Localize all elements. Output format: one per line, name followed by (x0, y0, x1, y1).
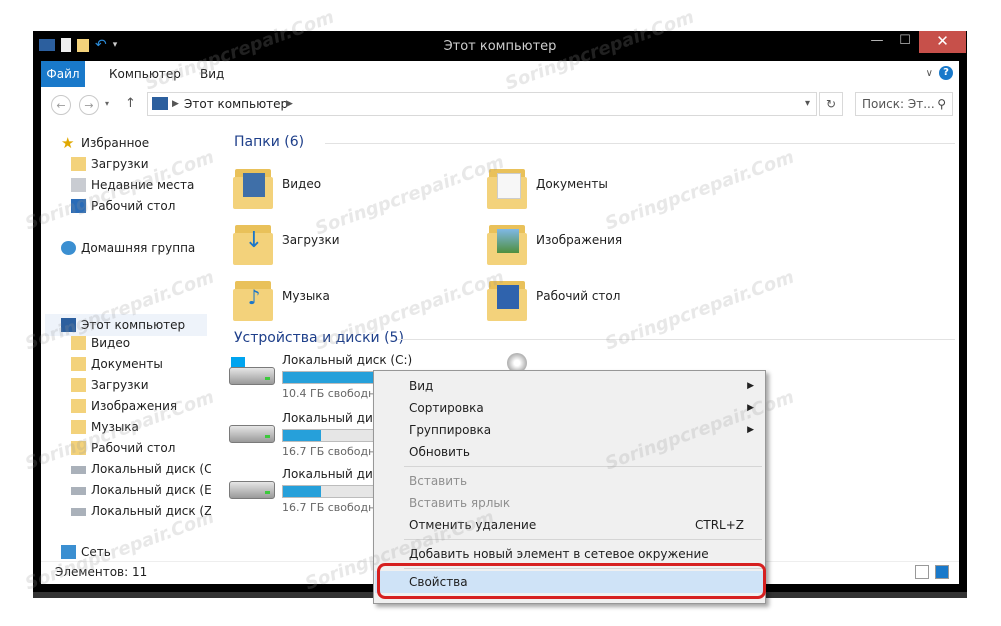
menu-item-paste[interactable]: Вставить (375, 470, 764, 492)
drive-3-free: 16.7 ГБ свободно (282, 501, 383, 514)
folder-desktop-label[interactable]: Рабочий стол (536, 289, 620, 303)
refresh-button[interactable]: ↻ (819, 92, 843, 116)
drives-section-header[interactable]: Устройства и диски (5) (234, 330, 404, 350)
menu-item-add-network-location[interactable]: Добавить новый элемент в сетевое окружен… (375, 543, 764, 565)
windows-drive-icon (71, 466, 86, 474)
ribbon-tabs: Файл Компьютер Вид ∨ ? (41, 61, 959, 87)
menu-item-sort[interactable]: Сортировка ▶ (375, 397, 764, 419)
pictures-folder-icon[interactable] (487, 219, 527, 267)
up-arrow-icon[interactable]: ↑ (125, 96, 136, 111)
window-title: Этот компьютер (443, 39, 557, 54)
menu-item-view[interactable]: Вид ▶ (375, 375, 764, 397)
section-divider (397, 339, 955, 340)
chevron-right-icon[interactable]: ▶ (286, 93, 293, 115)
minimize-button[interactable]: — (863, 31, 891, 53)
downloads-folder-icon (71, 378, 86, 392)
network-icon (61, 545, 76, 559)
recent-places-icon (71, 178, 86, 192)
forward-arrow-icon[interactable]: → (79, 95, 99, 115)
drive-icon (71, 508, 86, 516)
submenu-arrow-icon: ▶ (747, 403, 754, 413)
tab-computer[interactable]: Компьютер (109, 61, 181, 87)
documents-folder-icon[interactable] (487, 163, 527, 211)
expand-ribbon-icon[interactable]: ∨ (926, 68, 933, 79)
desktop-icon (71, 199, 86, 213)
music-folder-icon (71, 420, 86, 434)
drive-2-name[interactable]: Локальный диск (282, 411, 387, 425)
drive-3-name[interactable]: Локальный диск (282, 467, 387, 481)
menu-item-group[interactable]: Группировка ▶ (375, 419, 764, 441)
folder-pictures-label[interactable]: Изображения (536, 233, 622, 247)
menu-item-refresh[interactable]: Обновить (375, 441, 764, 463)
videos-folder-icon[interactable] (233, 163, 273, 211)
close-button[interactable]: ✕ (919, 31, 966, 53)
search-input[interactable]: Поиск: Эт... ⚲ (855, 92, 953, 116)
menu-separator (404, 539, 762, 540)
submenu-arrow-icon: ▶ (747, 381, 754, 391)
documents-folder-icon (71, 357, 86, 371)
folder-documents-label[interactable]: Документы (536, 177, 608, 191)
homegroup-icon (61, 241, 76, 255)
help-icon[interactable]: ? (939, 66, 953, 80)
folder-music-label[interactable]: Музыка (282, 289, 330, 303)
search-placeholder: Поиск: Эт... (862, 97, 935, 111)
drive-2-usage-fill (283, 430, 321, 441)
tab-file[interactable]: Файл (41, 61, 85, 87)
properties-highlight-annotation (377, 563, 766, 599)
windows-drive-icon[interactable] (229, 357, 275, 387)
submenu-arrow-icon: ▶ (747, 425, 754, 435)
drive-c-name[interactable]: Локальный диск (C:) (282, 353, 412, 367)
menu-item-paste-shortcut[interactable]: Вставить ярлык (375, 492, 764, 514)
drive-2-free: 16.7 ГБ свободно (282, 445, 383, 458)
items-count: Элементов: 11 (55, 565, 148, 579)
address-bar[interactable]: ▶ Этот компьютер ▶ ▾ (147, 92, 817, 116)
chevron-right-icon[interactable]: ▶ (172, 93, 179, 115)
pictures-folder-icon (71, 399, 86, 413)
title-bar: ↶ ▾ Этот компьютер — ☐ ✕ (33, 31, 967, 61)
drive-icon[interactable] (229, 415, 275, 445)
large-icons-view-icon[interactable] (935, 565, 949, 579)
drive-c-free: 10.4 ГБ свободно (282, 387, 383, 400)
computer-icon (152, 97, 168, 110)
details-view-icon[interactable] (915, 565, 929, 579)
computer-icon (61, 318, 76, 332)
drive-3-usage-fill (283, 486, 321, 497)
folder-icon (71, 157, 86, 171)
search-icon[interactable]: ⚲ (937, 93, 946, 115)
music-folder-icon[interactable]: ♪ (233, 275, 273, 323)
recent-locations-icon[interactable]: ▾ (105, 99, 109, 108)
back-arrow-icon[interactable]: ← (51, 95, 71, 115)
address-toolbar: ← → ▾ ↑ ▶ Этот компьютер ▶ ▾ ↻ Поиск: Эт… (41, 87, 959, 121)
chevron-down-icon[interactable]: ▾ (805, 93, 810, 115)
shortcut-label: CTRL+Z (694, 518, 744, 532)
menu-separator (404, 466, 762, 467)
videos-folder-icon (71, 336, 86, 350)
menu-item-undo-delete[interactable]: Отменить удаление CTRL+Z (375, 514, 764, 536)
maximize-button[interactable]: ☐ (891, 31, 919, 53)
downloads-folder-icon[interactable]: ↓ (233, 219, 273, 267)
drive-icon (71, 487, 86, 495)
desktop-folder-icon[interactable] (487, 275, 527, 323)
star-icon: ★ (61, 134, 75, 152)
folders-section-header[interactable]: Папки (6) (234, 134, 304, 154)
tab-view[interactable]: Вид (200, 61, 224, 87)
breadcrumb[interactable]: Этот компьютер (184, 93, 288, 115)
folder-videos-label[interactable]: Видео (282, 177, 321, 191)
section-divider (325, 143, 955, 144)
folder-downloads-label[interactable]: Загрузки (282, 233, 340, 247)
drive-icon[interactable] (229, 471, 275, 501)
navigation-pane: ★ Избранное Загрузки Недавние места Рабо… (41, 121, 221, 561)
desktop-folder-icon (71, 441, 86, 455)
